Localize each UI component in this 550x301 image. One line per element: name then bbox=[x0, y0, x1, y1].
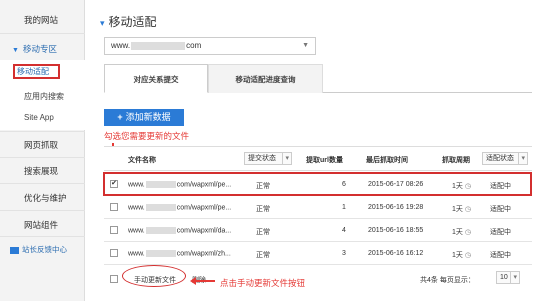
chevron-down-icon: ▾ bbox=[282, 153, 289, 164]
submit-status-filter[interactable]: 提交状态 ▾ bbox=[244, 152, 292, 165]
sidebar: 我的网站 ▼ 移动专区 移动适配 应用内搜索 Site App 网页抓取 搜索展现… bbox=[0, 0, 85, 301]
feedback-icon bbox=[10, 246, 19, 254]
page-size-select[interactable]: 10 ▾ bbox=[496, 271, 520, 284]
last-crawl-time: 2015-06-16 16:12 bbox=[368, 250, 424, 257]
last-crawl-time: 2015-06-16 18:55 bbox=[368, 227, 424, 234]
header-crawl-cycle: 抓取周期 bbox=[442, 157, 470, 164]
add-data-button[interactable]: + 添加新数据 bbox=[104, 109, 184, 126]
sidebar-divider bbox=[0, 183, 85, 184]
sidebar-item-crawl[interactable]: 网页抓取 bbox=[0, 139, 85, 151]
caret-down-icon: ▼ bbox=[12, 47, 19, 54]
sidebar-item-site-app[interactable]: Site App bbox=[24, 113, 54, 122]
page-title: ▾ 移动适配 bbox=[100, 13, 157, 30]
redacted-domain bbox=[145, 250, 176, 257]
page-size-value: 10 bbox=[500, 274, 508, 281]
url-count: 1 bbox=[342, 204, 346, 211]
add-data-label: 添加新数据 bbox=[125, 112, 171, 122]
chevron-down-icon: ▾ bbox=[510, 272, 517, 283]
sidebar-item-search-display[interactable]: 搜索展现 bbox=[0, 165, 85, 177]
tab-progress-query[interactable]: 移动适配进度查询 bbox=[208, 64, 323, 93]
crawl-cycle: 1天 ◷ bbox=[452, 206, 472, 213]
clock-icon[interactable]: ◷ bbox=[465, 206, 471, 213]
sidebar-item-my-site[interactable]: 我的网站 bbox=[0, 14, 85, 26]
sidebar-item-components[interactable]: 网站组件 bbox=[0, 219, 85, 231]
sidebar-item-optimize[interactable]: 优化与维护 bbox=[0, 192, 85, 204]
header-last-crawl: 最后抓取时间 bbox=[366, 157, 408, 164]
adapt-status: 适配中 bbox=[490, 206, 511, 213]
row-checkbox[interactable] bbox=[110, 249, 118, 257]
sidebar-item-mobile-adapt[interactable]: 移动适配 bbox=[13, 64, 60, 79]
url-count: 4 bbox=[342, 227, 346, 234]
annotation-click-update: 点击手动更新文件按钮 bbox=[220, 278, 306, 288]
row-checkbox[interactable] bbox=[110, 203, 118, 211]
adapt-status: 适配中 bbox=[490, 229, 511, 236]
sidebar-divider bbox=[0, 157, 85, 158]
url-count: 3 bbox=[342, 250, 346, 257]
crawl-cycle: 1天 ◷ bbox=[452, 252, 472, 259]
chevron-down-icon: ▾ bbox=[518, 153, 525, 164]
last-crawl-time: 2015-06-16 19:28 bbox=[368, 204, 424, 211]
filter-label: 适配状态 bbox=[486, 155, 514, 162]
tab-mapping-submit[interactable]: 对应关系提交 bbox=[104, 64, 208, 93]
submit-status: 正常 bbox=[256, 252, 270, 259]
select-all-checkbox[interactable] bbox=[110, 275, 118, 283]
row-checkbox[interactable] bbox=[110, 226, 118, 234]
clock-icon[interactable]: ◷ bbox=[465, 252, 471, 259]
site-selector[interactable]: www. com ▼ bbox=[104, 37, 316, 55]
header-url-count: 提取url数量 bbox=[306, 157, 343, 164]
tab-bar: 对应关系提交 移动适配进度查询 bbox=[104, 64, 532, 93]
redacted-domain bbox=[145, 227, 176, 234]
redacted-domain bbox=[145, 204, 176, 211]
redacted-domain bbox=[131, 41, 186, 50]
sidebar-item-label: 站长反馈中心 bbox=[22, 245, 67, 254]
site-prefix: www. bbox=[111, 41, 131, 50]
sidebar-divider bbox=[0, 131, 85, 132]
adapt-status-filter[interactable]: 适配状态 ▾ bbox=[482, 152, 528, 165]
crawl-cycle: 1天 ◷ bbox=[452, 229, 472, 236]
highlight-manual-update bbox=[122, 265, 186, 287]
sidebar-divider bbox=[0, 210, 85, 211]
header-file-name: 文件名称 bbox=[128, 157, 156, 164]
submit-status: 正常 bbox=[256, 206, 270, 213]
filter-label: 提交状态 bbox=[248, 155, 276, 162]
chevron-down-icon: ▾ bbox=[100, 18, 105, 28]
plus-icon: + bbox=[117, 112, 123, 122]
pagination-summary: 共4条 每页显示： bbox=[420, 277, 475, 284]
adapt-status: 适配中 bbox=[490, 252, 511, 259]
sidebar-item-feedback[interactable]: 站长反馈中心 bbox=[0, 244, 85, 255]
table-row[interactable]: www. com/wapxml/zh... 正常 3 2015-06-16 16:… bbox=[104, 243, 532, 265]
sidebar-divider bbox=[0, 236, 85, 237]
highlight-checked-row bbox=[103, 172, 532, 196]
arrow-left-icon bbox=[190, 277, 215, 285]
site-suffix: com bbox=[186, 41, 202, 50]
page-title-text: 移动适配 bbox=[108, 15, 157, 29]
file-name: www. com/wapxml/da... bbox=[128, 227, 232, 235]
annotation-check-files: 勾选您需要更新的文件 bbox=[104, 131, 190, 141]
sidebar-item-label: 移动专区 bbox=[22, 44, 57, 54]
sidebar-item-in-app-search[interactable]: 应用内搜索 bbox=[24, 91, 64, 102]
file-name: www. com/wapxml/zh... bbox=[128, 250, 231, 258]
sidebar-item-mobile-zone[interactable]: ▼ 移动专区 bbox=[0, 43, 85, 55]
table-header: 文件名称 提交状态 ▾ 提取url数量 最后抓取时间 抓取周期 适配状态 ▾ bbox=[104, 146, 532, 171]
submit-status: 正常 bbox=[256, 229, 270, 236]
clock-icon[interactable]: ◷ bbox=[465, 229, 471, 236]
sidebar-divider bbox=[0, 33, 85, 34]
table-row[interactable]: www. com/wapxml/pe... 正常 1 2015-06-16 19:… bbox=[104, 197, 532, 219]
file-name: www. com/wapxml/pe... bbox=[128, 204, 232, 212]
chevron-down-icon: ▼ bbox=[302, 42, 309, 49]
table-row[interactable]: www. com/wapxml/da... 正常 4 2015-06-16 18:… bbox=[104, 220, 532, 242]
